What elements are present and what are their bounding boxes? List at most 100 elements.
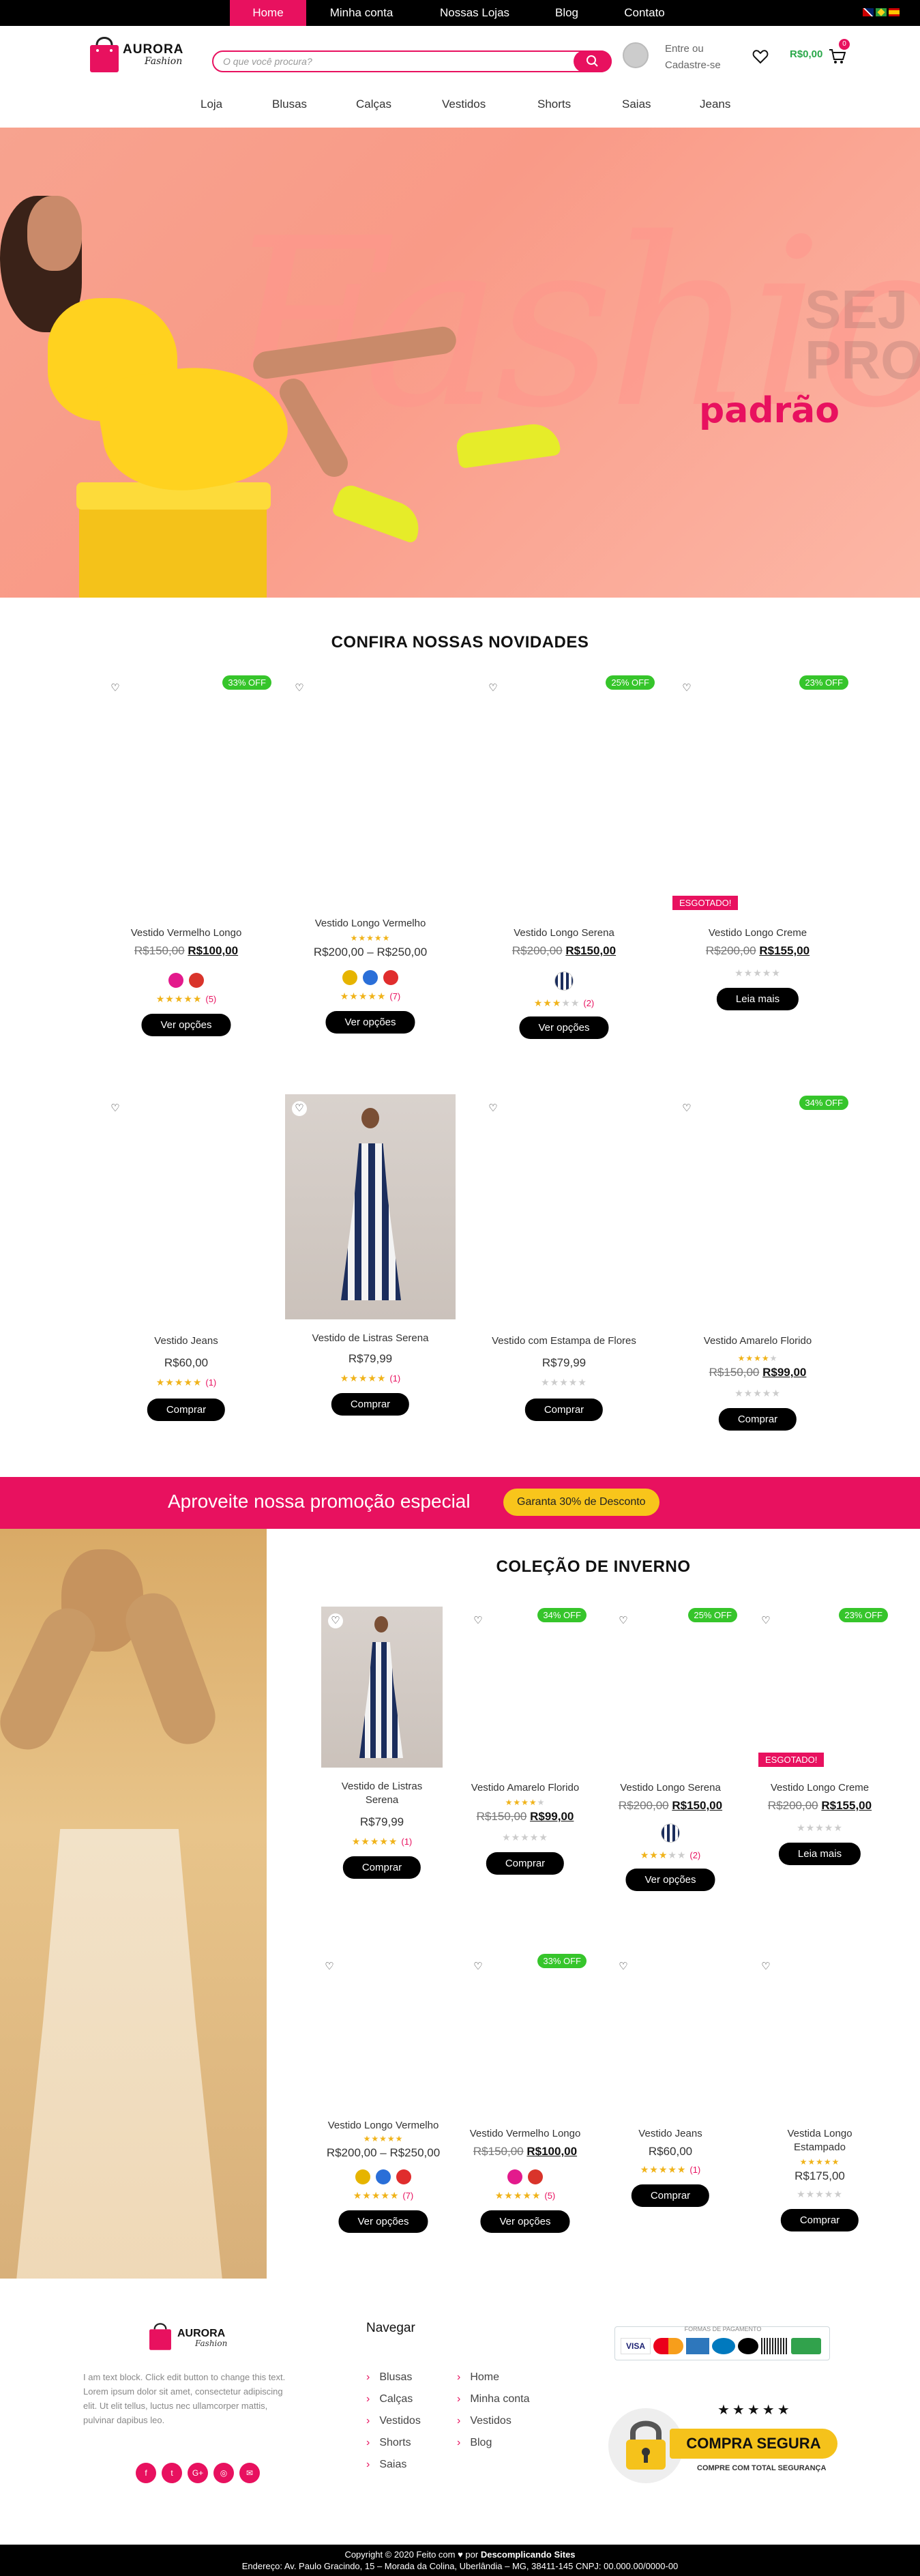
promo-button[interactable]: Garanta 30% de Desconto	[503, 1489, 659, 1516]
ver-opcoes-button[interactable]: Ver opções	[519, 1016, 609, 1039]
leia-mais-button[interactable]: Leia mais	[716, 988, 799, 1010]
wishlist-heart-icon[interactable]: ♡	[679, 1101, 694, 1116]
color-swatches[interactable]	[101, 973, 271, 991]
footer-link-vestidos[interactable]: Vestidos	[366, 2415, 420, 2427]
product-name[interactable]: Vestido Vermelho Longo	[101, 926, 271, 940]
cart-icon[interactable]	[828, 48, 846, 64]
product-card[interactable]: ♡ Vestida Longo Estampado ★★★★★ R$175,00 …	[752, 1952, 888, 2334]
product-image[interactable]	[479, 674, 649, 899]
product-card[interactable]: ♡ 34% OFF Vestido Amarelo Florido ★★★★★ …	[672, 1094, 848, 1476]
footer-link-saias[interactable]: Saias	[366, 2459, 406, 2471]
color-swatches[interactable]	[464, 2169, 587, 2188]
comprar-button[interactable]: Comprar	[331, 1393, 410, 1416]
user-avatar-icon[interactable]	[623, 42, 649, 68]
topnav-blog[interactable]: Blog	[540, 0, 593, 26]
topnav-contato[interactable]: Contato	[612, 0, 677, 26]
product-image[interactable]	[479, 1094, 649, 1319]
wishlist-heart-icon[interactable]: ♡	[328, 1613, 343, 1628]
hero-banner[interactable]: Fashion SEJPRO padrão	[0, 128, 920, 598]
swatch[interactable]	[554, 971, 574, 991]
cart-total[interactable]: R$0,00	[790, 48, 822, 60]
footer-link-blog[interactable]: Blog	[457, 2437, 492, 2449]
twitter-icon[interactable]: t	[162, 2463, 182, 2483]
wishlist-heart-icon[interactable]: ♡	[758, 1959, 773, 1974]
product-card[interactable]: ♡ Vestido Jeans R$60,00 ★★★★★ (1) Compra…	[101, 1094, 271, 1476]
product-card[interactable]: ♡ Vestido Longo Vermelho ★★★★★ R$200,00 …	[285, 674, 456, 1056]
product-card[interactable]: ♡ 23% OFF ESGOTADO! Vestido Longo Creme …	[672, 674, 848, 1056]
catnav-shorts[interactable]: Shorts	[537, 98, 571, 111]
comprar-button[interactable]: Comprar	[780, 2209, 859, 2231]
swatch[interactable]	[507, 2169, 522, 2184]
topnav-nossas-lojas[interactable]: Nossas Lojas	[428, 0, 521, 26]
footer-link-calcas[interactable]: Calças	[366, 2393, 413, 2405]
product-name[interactable]: Vestido Amarelo Florido	[464, 1781, 587, 1795]
product-name[interactable]: Vestido Longo Creme	[752, 1781, 888, 1795]
product-image[interactable]	[321, 1607, 443, 1768]
logo[interactable]: AURORA Fashion	[87, 33, 191, 76]
wishlist-heart-icon[interactable]: ♡	[616, 1613, 631, 1628]
swatch[interactable]	[189, 973, 204, 988]
product-card[interactable]: ♡ Vestido Longo Vermelho ★★★★★ R$200,00 …	[315, 1952, 451, 2334]
catnav-calcas[interactable]: Calças	[356, 98, 391, 111]
product-image[interactable]	[101, 1094, 271, 1319]
product-name[interactable]: Vestido Jeans	[101, 1334, 271, 1348]
product-image[interactable]	[672, 1094, 843, 1319]
product-name[interactable]: Vestido Vermelho Longo	[464, 2127, 587, 2141]
swatch[interactable]	[376, 2169, 391, 2184]
leia-mais-button[interactable]: Leia mais	[778, 1843, 861, 1865]
login-link[interactable]: Entre ou Cadastre-se	[665, 41, 747, 74]
comprar-button[interactable]: Comprar	[342, 1856, 421, 1879]
footer-link-blusas[interactable]: Blusas	[366, 2371, 412, 2384]
ver-opcoes-button[interactable]: Ver opções	[338, 2210, 428, 2233]
wishlist-heart-icon[interactable]: ♡	[292, 1101, 307, 1116]
footer-link-minha-conta[interactable]: Minha conta	[457, 2393, 529, 2405]
swatch[interactable]	[528, 2169, 543, 2184]
wishlist-heart-icon[interactable]: ♡	[758, 1613, 773, 1628]
comprar-button[interactable]: Comprar	[524, 1399, 604, 1421]
product-name[interactable]: Vestido Longo Creme	[672, 926, 843, 940]
comprar-button[interactable]: Comprar	[147, 1399, 226, 1421]
product-card[interactable]: ♡ Vestido Jeans R$60,00 ★★★★★ (1) Compra…	[609, 1952, 732, 2334]
flag-br-icon[interactable]	[876, 8, 887, 16]
product-name[interactable]: Vestido Longo Serena	[479, 926, 649, 940]
wishlist-heart-icon[interactable]: ♡	[679, 681, 694, 696]
wishlist-heart-icon[interactable]: ♡	[471, 1959, 486, 1974]
ver-opcoes-button[interactable]: Ver opções	[325, 1011, 415, 1034]
ver-opcoes-button[interactable]: Ver opções	[141, 1014, 231, 1036]
ver-opcoes-button[interactable]: Ver opções	[480, 2210, 570, 2233]
swatch[interactable]	[168, 973, 183, 988]
swatch[interactable]	[661, 1824, 680, 1843]
catnav-saias[interactable]: Saias	[622, 98, 651, 111]
product-card[interactable]: ♡ Vestido com Estampa de Flores R$79,99 …	[479, 1094, 649, 1476]
catnav-vestidos[interactable]: Vestidos	[442, 98, 486, 111]
wishlist-heart-icon[interactable]: ♡	[486, 681, 501, 696]
product-card[interactable]: ♡ 33% OFF Vestido Vermelho Longo R$150,0…	[464, 1952, 587, 2334]
swatch[interactable]	[383, 970, 398, 985]
comprar-button[interactable]: Comprar	[631, 2184, 710, 2207]
product-card[interactable]: ♡ 25% OFF Vestido Longo Serena R$200,00 …	[609, 1607, 737, 1989]
email-icon[interactable]: ✉	[239, 2463, 260, 2483]
product-name[interactable]: Vestido Longo Serena	[609, 1781, 732, 1795]
ver-opcoes-button[interactable]: Ver opções	[625, 1869, 715, 1891]
product-name[interactable]: Vestido Amarelo Florido	[672, 1334, 843, 1348]
flag-en-icon[interactable]	[863, 8, 874, 16]
instagram-icon[interactable]: ◎	[213, 2463, 234, 2483]
catnav-jeans[interactable]: Jeans	[700, 98, 730, 111]
product-card[interactable]: ♡ 25% OFF Vestido Longo Serena R$200,00 …	[479, 674, 655, 1056]
wishlist-heart-icon[interactable]: ♡	[616, 1959, 631, 1974]
product-image[interactable]	[285, 1094, 456, 1319]
wishlist-heart-icon[interactable]	[752, 49, 769, 64]
swatch[interactable]	[363, 970, 378, 985]
developer-link[interactable]: Descomplicando Sites	[481, 2549, 576, 2560]
product-name[interactable]: Vestido Longo Vermelho	[315, 2119, 451, 2133]
footer-logo[interactable]: AURORA Fashion	[147, 2319, 236, 2354]
product-card[interactable]: ♡ 34% OFF Vestido Amarelo Florido ★★★★★ …	[464, 1607, 587, 1989]
product-name[interactable]: Vestido com Estampa de Flores	[479, 1334, 649, 1348]
product-card[interactable]: ♡ Vestido de Listras Serena R$79,99 ★★★★★…	[308, 1607, 456, 1989]
comprar-button[interactable]: Comprar	[718, 1408, 797, 1431]
flag-es-icon[interactable]	[889, 8, 900, 16]
product-name[interactable]: Vestida Longo Estampado	[752, 2127, 888, 2154]
product-name[interactable]: Vestido de Listras Serena	[308, 1780, 456, 1807]
wishlist-heart-icon[interactable]: ♡	[292, 681, 307, 696]
facebook-icon[interactable]: f	[136, 2463, 156, 2483]
